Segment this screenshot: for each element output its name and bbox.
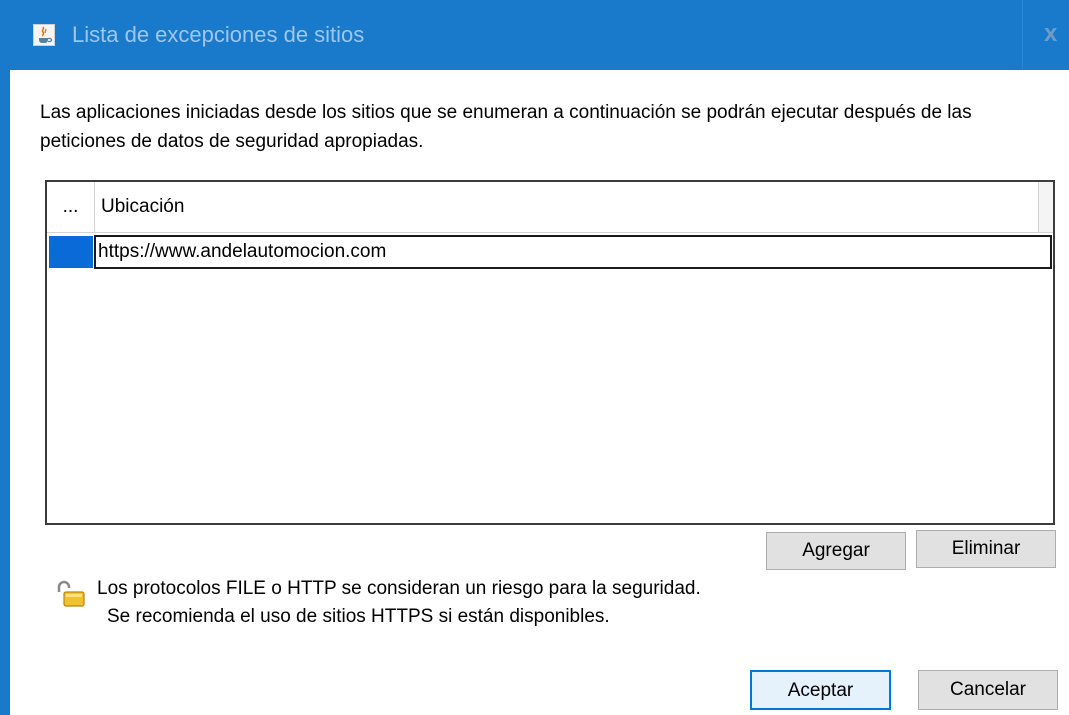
add-button[interactable]: Agregar xyxy=(766,532,906,570)
exception-site-table[interactable]: ... Ubicación https://www.andelautomocio… xyxy=(45,180,1055,525)
ok-button[interactable]: Aceptar xyxy=(750,670,891,710)
column-header-index[interactable]: ... xyxy=(47,182,95,232)
security-warning-line-2: Se recomienda el uso de sitios HTTPS si … xyxy=(107,606,610,627)
column-header-location[interactable]: Ubicación xyxy=(95,182,184,232)
close-icon[interactable]: x xyxy=(1044,20,1057,48)
open-lock-icon xyxy=(55,580,89,608)
security-warning-line-1: Los protocolos FILE o HTTP se consideran… xyxy=(97,578,701,599)
cancel-button[interactable]: Cancelar xyxy=(918,670,1058,710)
window-title: Lista de excepciones de sitios xyxy=(72,22,365,47)
table-row[interactable]: https://www.andelautomocion.com xyxy=(47,233,1053,269)
title-bar[interactable]: Lista de excepciones de sitios x xyxy=(0,0,1069,70)
header-scroll-corner xyxy=(1038,182,1053,232)
java-cup-icon xyxy=(33,24,55,46)
dialog-description: Las aplicaciones iniciadas desde los sit… xyxy=(40,102,972,152)
window-left-border xyxy=(0,0,10,715)
table-header: ... Ubicación xyxy=(47,182,1053,233)
location-cell-editor[interactable]: https://www.andelautomocion.com xyxy=(94,235,1052,269)
remove-button[interactable]: Eliminar xyxy=(916,530,1056,568)
row-selection-marker[interactable] xyxy=(49,236,93,268)
site-exception-dialog: Lista de excepciones de sitios x Las apl… xyxy=(0,0,1069,715)
